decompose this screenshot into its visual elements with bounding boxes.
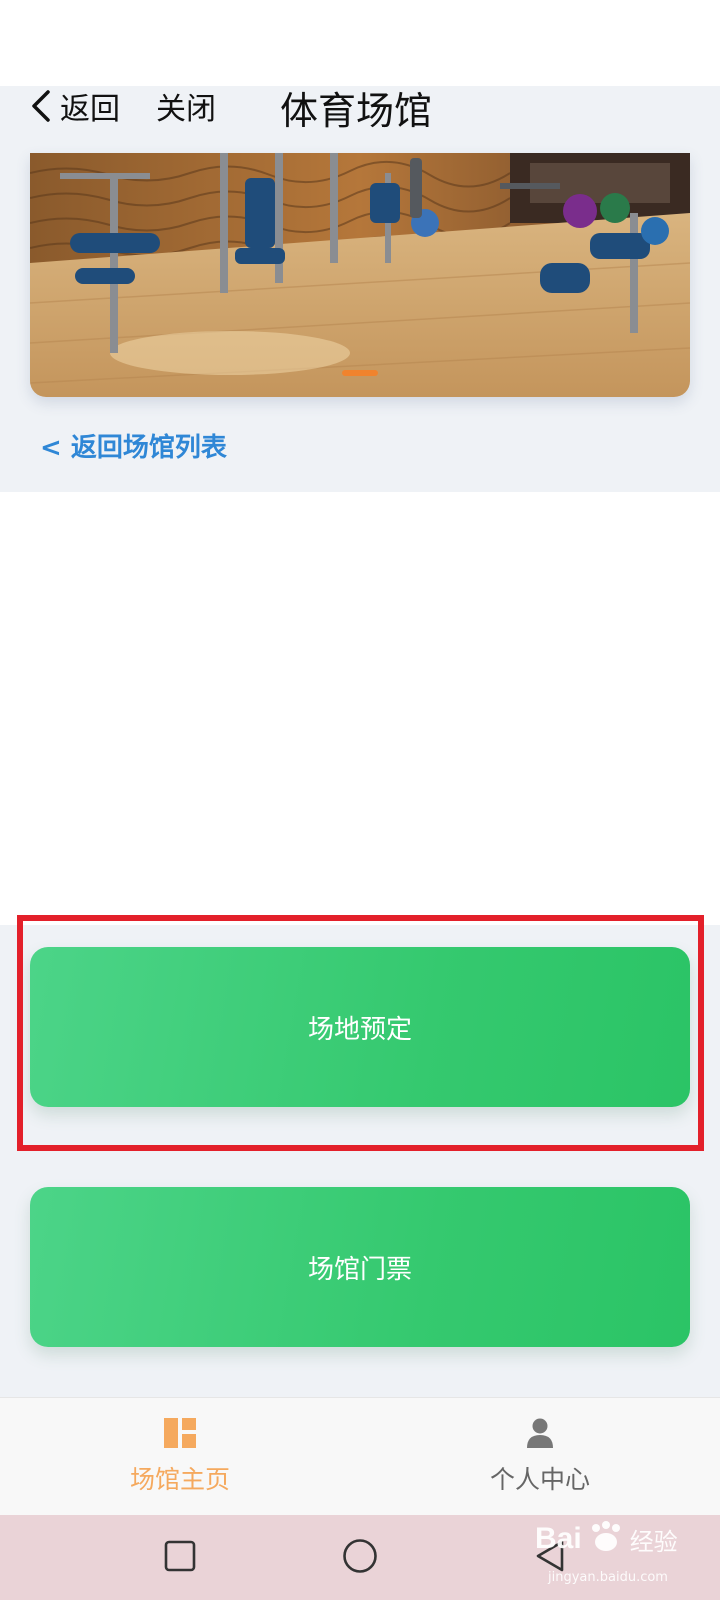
- close-label: 关闭: [156, 92, 216, 127]
- chevron-left-icon: [30, 89, 52, 123]
- tab-venue-home[interactable]: 场馆主页: [0, 1398, 360, 1516]
- bottom-tab-bar: 场馆主页 个人中心: [0, 1397, 720, 1516]
- banner-image[interactable]: [30, 153, 690, 397]
- watermark-url: jingyan.baidu.com: [548, 1570, 668, 1585]
- user-icon: [526, 1418, 554, 1452]
- tab-personal-center[interactable]: 个人中心: [360, 1398, 720, 1516]
- tab-venue-home-label: 场馆主页: [129, 1465, 230, 1494]
- recent-apps-button[interactable]: [140, 1515, 220, 1600]
- tab-personal-center-label: 个人中心: [489, 1465, 590, 1494]
- home-button[interactable]: [320, 1515, 400, 1600]
- square-icon: [164, 1540, 196, 1576]
- back-button[interactable]: 返回: [30, 84, 120, 128]
- back-label: 返回: [60, 92, 120, 127]
- page-title: 体育场馆: [280, 88, 433, 133]
- venue-tickets-label: 场馆门票: [307, 1254, 412, 1285]
- highlight-annotation: [17, 915, 704, 1151]
- paw-icon: [586, 1520, 626, 1558]
- venue-tickets-button[interactable]: 场馆门票: [30, 1187, 690, 1347]
- status-bar-area: [0, 0, 720, 86]
- close-button[interactable]: 关闭: [156, 84, 216, 128]
- watermark-brand: Bai: [535, 1522, 582, 1555]
- dashboard-icon: [164, 1418, 196, 1452]
- carousel-indicator[interactable]: [342, 370, 378, 376]
- baidu-watermark: Bai 经验: [535, 1520, 678, 1558]
- watermark-suffix: 经验: [629, 1527, 678, 1556]
- back-to-list-link[interactable]: < 返回场馆列表: [40, 424, 227, 466]
- content-area: [0, 492, 720, 925]
- circle-icon: [342, 1538, 378, 1578]
